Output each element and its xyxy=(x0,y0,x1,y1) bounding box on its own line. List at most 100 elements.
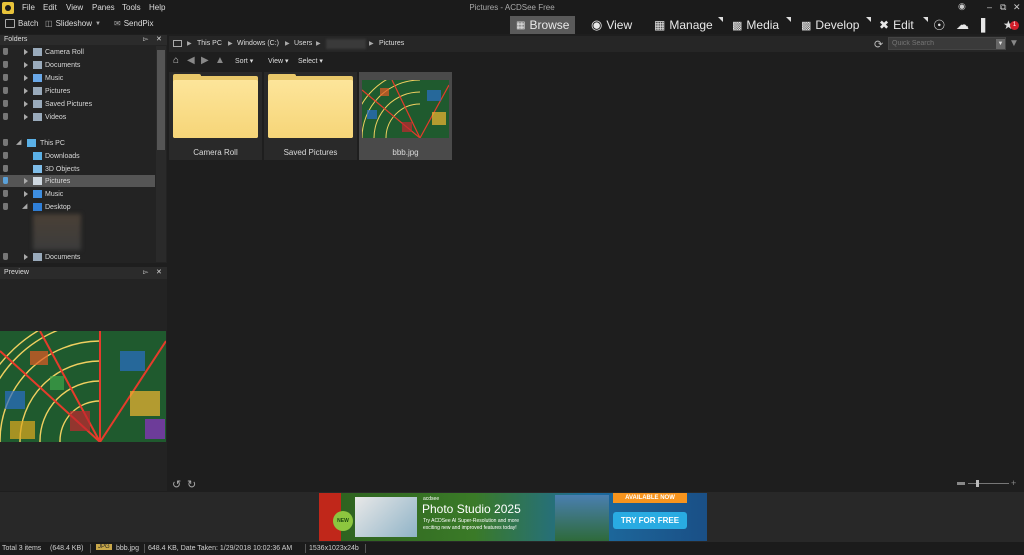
zoom-in-icon[interactable]: + xyxy=(1011,478,1016,488)
pin-icon xyxy=(3,74,8,81)
preview-pane-title: Preview xyxy=(4,269,29,276)
close-pane-icon[interactable]: ✕ xyxy=(156,267,162,279)
expand-icon[interactable] xyxy=(24,178,28,184)
breadcrumb-separator-icon: ▶ xyxy=(187,41,192,47)
home-icon[interactable]: ⌂ xyxy=(173,55,179,66)
tab-view[interactable]: ◉ View xyxy=(591,16,632,34)
quick-search[interactable] xyxy=(888,37,1006,50)
ad-product-boxes-image xyxy=(355,497,417,537)
rotate-left-icon[interactable]: ↺ xyxy=(172,478,181,491)
develop-dropdown-icon[interactable] xyxy=(866,17,871,22)
breadcrumb-this-pc[interactable]: This PC xyxy=(197,40,222,47)
tab-manage[interactable]: ▦ Manage xyxy=(654,16,713,34)
tab-dashboard[interactable]: ▌ xyxy=(981,16,990,34)
sendpix-button[interactable]: ✉ SendPix xyxy=(114,19,154,28)
batch-button[interactable]: Batch xyxy=(5,19,38,28)
forward-icon[interactable]: ▶ xyxy=(201,55,209,66)
develop-icon: ▩ xyxy=(801,19,812,32)
file-tile-bbb-jpg[interactable]: bbb.jpg xyxy=(359,72,452,160)
pin-icon xyxy=(3,165,8,172)
pin-pane-icon[interactable]: ▻ xyxy=(143,35,148,45)
select-menu[interactable]: Select ▾ xyxy=(298,57,323,65)
tree-item-music-2[interactable]: Music xyxy=(0,188,155,200)
pin-icon xyxy=(3,152,8,159)
window-title: Pictures - ACDSee Free xyxy=(469,3,555,12)
expand-icon[interactable] xyxy=(24,254,28,260)
breadcrumb-windows-c[interactable]: Windows (C:) xyxy=(237,40,279,47)
tree-item-saved-pictures[interactable]: Saved Pictures xyxy=(0,98,155,110)
expand-icon[interactable] xyxy=(24,114,28,120)
zoom-out-icon[interactable] xyxy=(957,482,965,485)
pin-pane-icon[interactable]: ▻ xyxy=(143,267,148,279)
back-icon[interactable]: ◀ xyxy=(187,55,195,66)
ad-line-2: exciting new and improved features today… xyxy=(423,525,517,531)
breadcrumb-users[interactable]: Users xyxy=(294,40,312,47)
tree-item-videos[interactable]: Videos xyxy=(0,111,155,123)
pin-icon xyxy=(3,177,8,184)
tree-item-3d-objects[interactable]: 3D Objects xyxy=(0,163,155,175)
notifications-button[interactable]: ★ 1 xyxy=(1003,18,1019,32)
tree-item-pictures[interactable]: Pictures xyxy=(0,85,155,97)
status-divider xyxy=(144,544,145,553)
title-bar: File Edit View Panes Tools Help Pictures… xyxy=(0,0,1024,16)
pin-icon xyxy=(3,139,8,146)
tree-item-documents-2[interactable]: Documents xyxy=(0,251,155,263)
folders-scrollbar-thumb[interactable] xyxy=(157,50,165,150)
close-button[interactable]: ✕ xyxy=(1013,2,1021,13)
ad-banner[interactable]: NEW acdsee Photo Studio 2025 Try ACDSee … xyxy=(319,493,707,541)
slideshow-button[interactable]: ◫ Slideshow ▼ xyxy=(45,19,101,28)
file-tile-camera-roll[interactable]: Camera Roll xyxy=(169,72,262,160)
collapse-icon[interactable]: ◢ xyxy=(22,202,27,210)
expand-icon[interactable] xyxy=(24,101,28,107)
media-dropdown-icon[interactable] xyxy=(786,17,791,22)
ad-product-title: Photo Studio 2025 xyxy=(422,502,521,516)
expand-icon[interactable] xyxy=(24,191,28,197)
minimize-button[interactable]: – xyxy=(987,2,992,12)
search-input[interactable] xyxy=(889,38,1005,49)
collapse-icon[interactable]: ◢ xyxy=(16,138,21,146)
expand-icon[interactable] xyxy=(24,49,28,55)
tree-item-desktop[interactable]: ◢ Desktop xyxy=(0,201,155,213)
rotate-right-icon[interactable]: ↻ xyxy=(187,478,196,491)
slider-thumb[interactable] xyxy=(976,480,979,487)
notification-badge: 1 xyxy=(1010,21,1019,30)
tab-browse[interactable]: ▦ Browse xyxy=(510,16,576,34)
expand-icon[interactable] xyxy=(24,62,28,68)
tab-develop[interactable]: ▩ Develop xyxy=(801,16,859,34)
account-icon[interactable]: ◉ xyxy=(958,1,966,12)
folder-icon xyxy=(33,100,42,108)
close-pane-icon[interactable]: ✕ xyxy=(156,35,162,45)
tree-item-music[interactable]: Music xyxy=(0,72,155,84)
file-name: Saved Pictures xyxy=(283,148,338,157)
tab-media[interactable]: ▩ Media xyxy=(732,16,779,34)
tab-edit[interactable]: ✖ Edit xyxy=(879,16,914,34)
ad-try-button[interactable]: TRY FOR FREE xyxy=(613,512,687,529)
file-name: Camera Roll xyxy=(193,148,238,157)
tab-365[interactable]: ☉ xyxy=(933,16,946,34)
breadcrumb-pictures[interactable]: Pictures xyxy=(379,40,404,47)
breadcrumb-user-redacted[interactable] xyxy=(326,39,366,49)
restore-button[interactable]: ⧉ xyxy=(1000,2,1006,13)
view-menu[interactable]: View ▾ xyxy=(268,57,289,65)
refresh-icon[interactable]: ⟳ xyxy=(874,38,883,51)
tree-item-camera-roll[interactable]: Camera Roll xyxy=(0,46,155,58)
redacted-folder-list xyxy=(33,214,81,250)
filter-icon[interactable]: ▼ xyxy=(1009,38,1019,49)
tree-item-pictures-selected[interactable]: Pictures xyxy=(0,175,155,187)
file-tile-saved-pictures[interactable]: Saved Pictures xyxy=(264,72,357,160)
expand-icon[interactable] xyxy=(24,75,28,81)
tree-item-documents[interactable]: Documents xyxy=(0,59,155,71)
search-dropdown-icon[interactable]: ▼ xyxy=(996,39,1005,49)
pictures-icon xyxy=(33,87,42,95)
tab-cloud[interactable]: ☁ xyxy=(956,16,969,34)
expand-icon[interactable] xyxy=(24,88,28,94)
tree-item-this-pc[interactable]: ◢ This PC xyxy=(0,137,155,149)
tree-item-downloads[interactable]: Downloads xyxy=(0,150,155,162)
manage-dropdown-icon[interactable] xyxy=(718,17,723,22)
edit-dropdown-icon[interactable] xyxy=(923,17,928,22)
up-folder-icon[interactable]: ▲ xyxy=(215,55,225,66)
status-dimensions: 1536x1023x24b xyxy=(309,545,359,552)
thumbnail-size-slider[interactable] xyxy=(968,483,1009,484)
file-name: bbb.jpg xyxy=(392,148,419,157)
sort-menu[interactable]: Sort ▾ xyxy=(235,57,253,65)
